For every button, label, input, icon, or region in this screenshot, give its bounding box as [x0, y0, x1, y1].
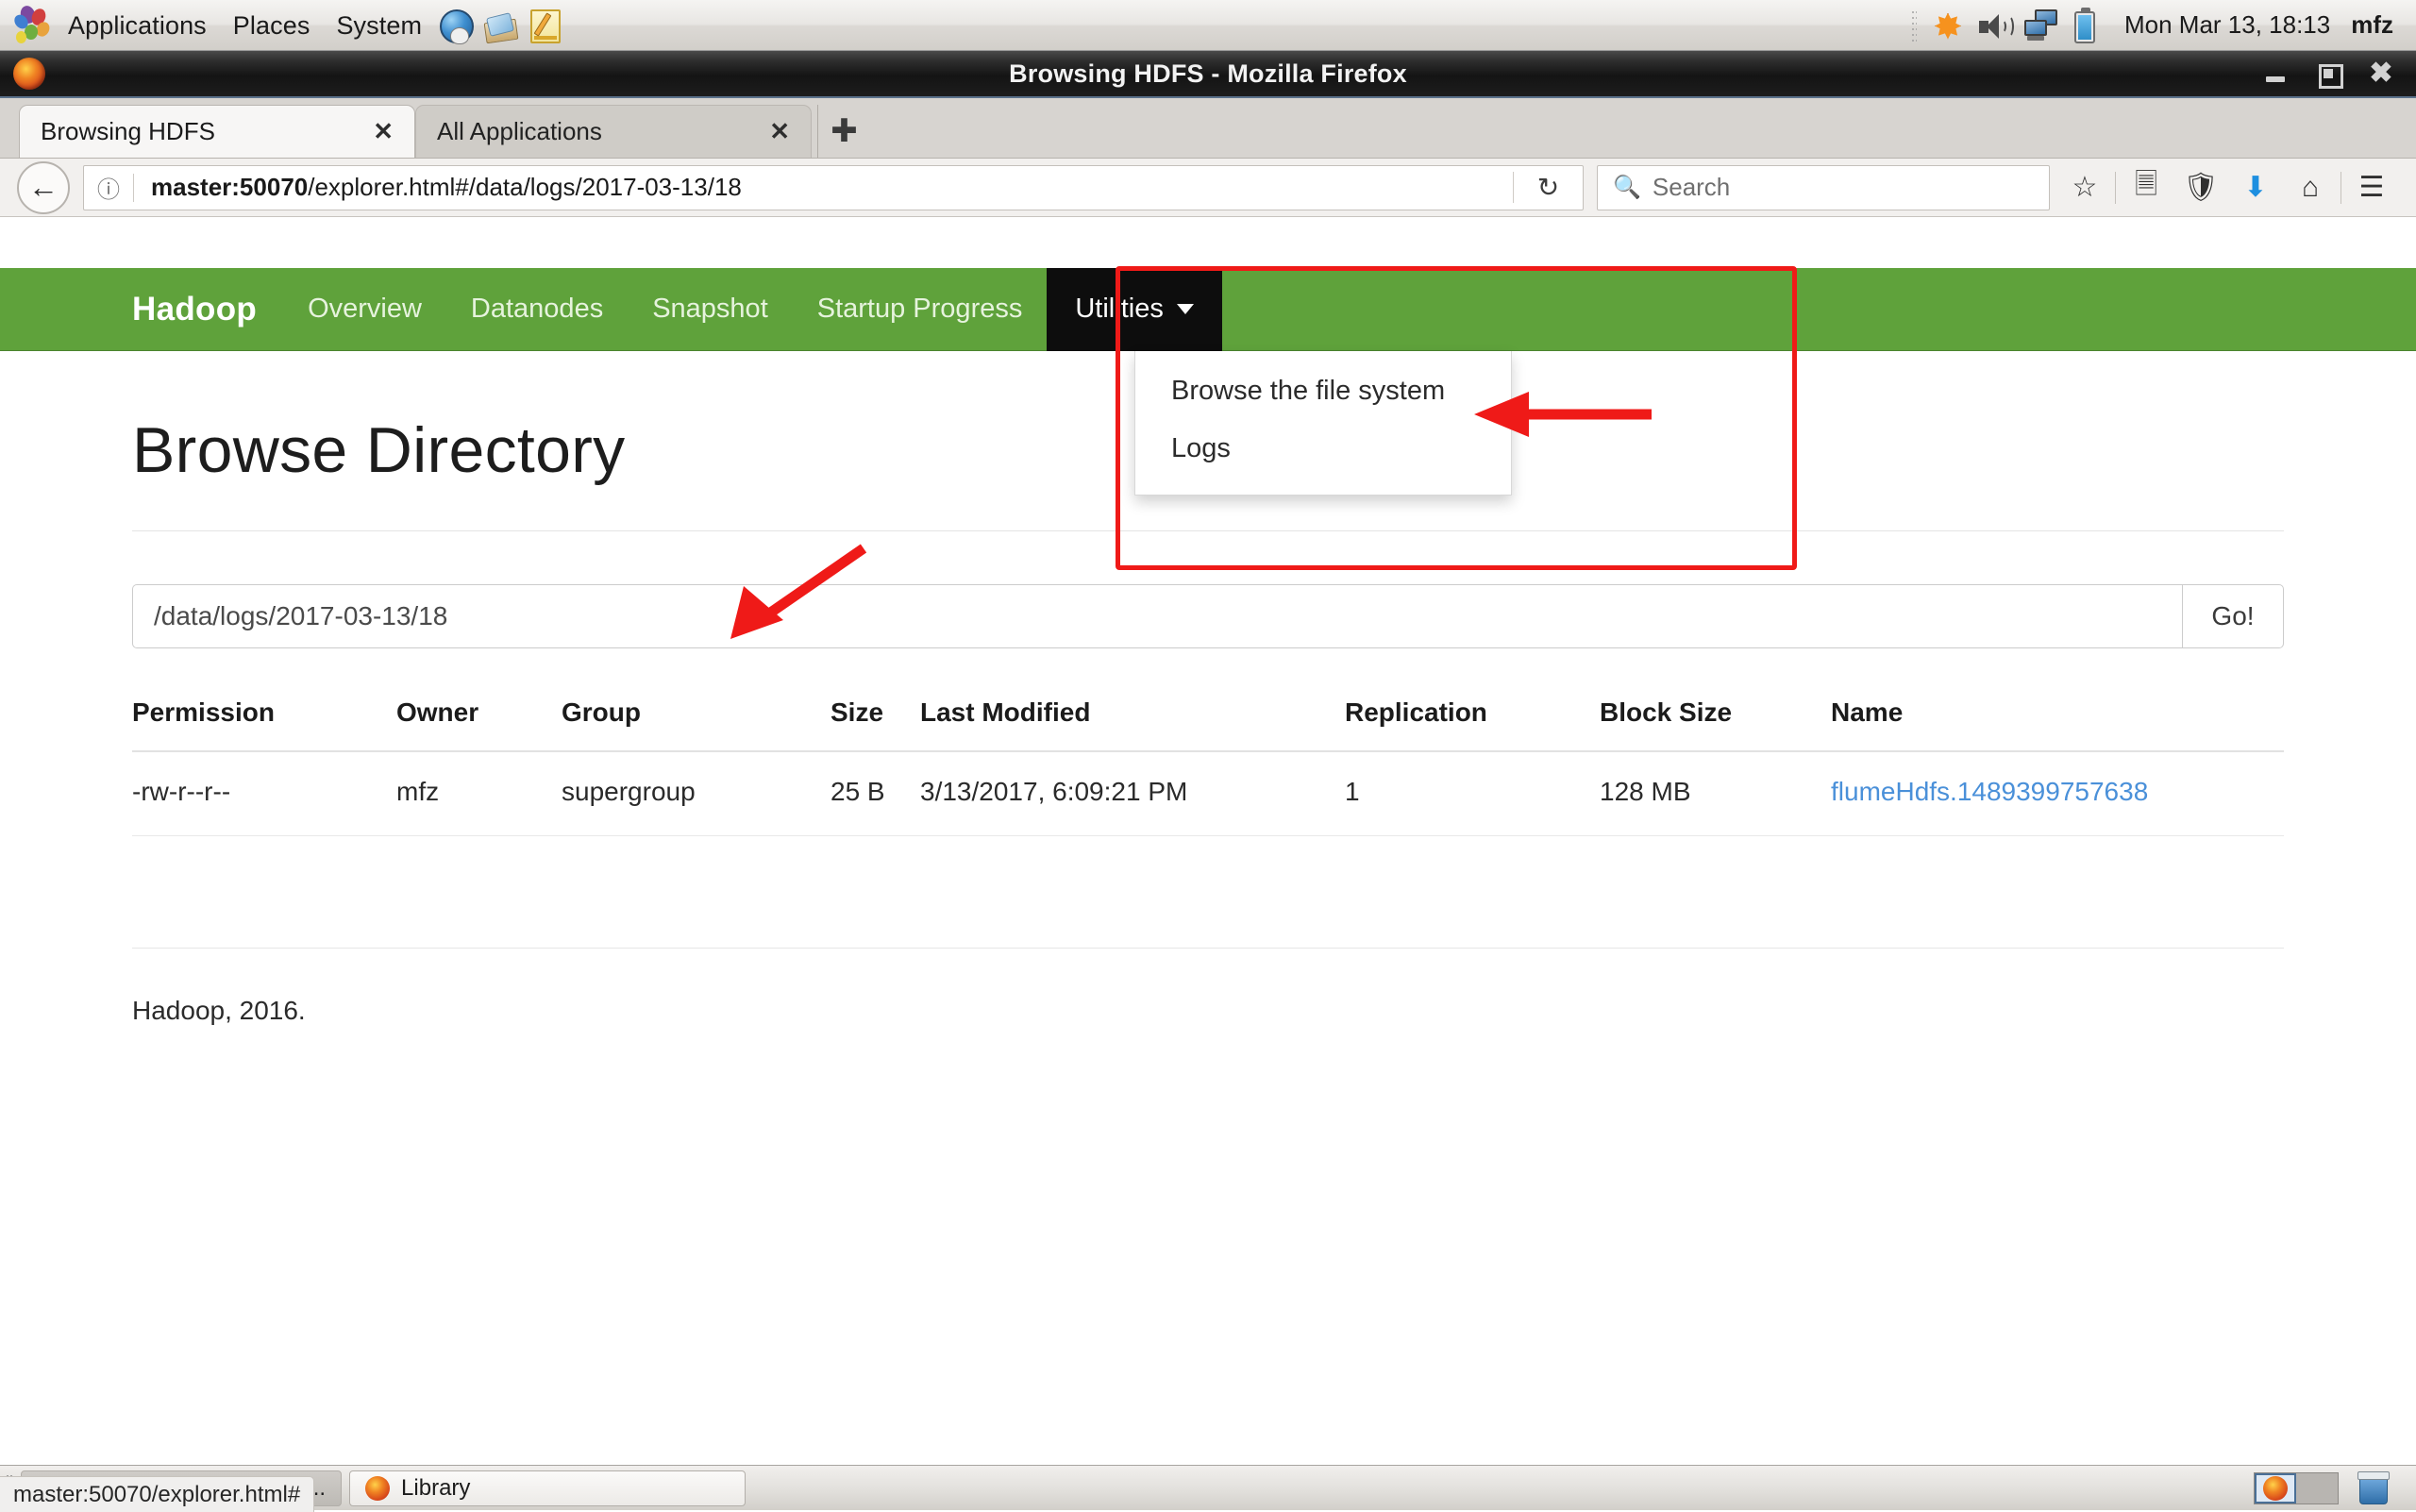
cell-size: 25 B [830, 751, 920, 836]
tab-strip: Browsing HDFS ✕ All Applications ✕ ✚ [0, 98, 2416, 159]
downloads-icon[interactable]: ⬇ [2228, 161, 2283, 214]
cell-permission: -rw-r--r-- [132, 751, 396, 836]
col-header-last-modified[interactable]: Last Modified [920, 697, 1345, 752]
cell-group: supergroup [562, 751, 830, 836]
menu-item-browse-file-system[interactable]: Browse the file system [1135, 362, 1511, 420]
path-form: Go! [132, 584, 2284, 648]
reload-button[interactable]: ↻ [1513, 172, 1583, 203]
bookmark-star-icon[interactable]: ☆ [2057, 161, 2112, 214]
nav-link-snapshot[interactable]: Snapshot [628, 268, 793, 351]
firefox-logo-icon [13, 58, 45, 90]
col-header-replication[interactable]: Replication [1345, 697, 1600, 752]
desktop-top-panel: Applications Places System Mon Mar 13, 1… [0, 0, 2416, 51]
url-host: master:50070 [151, 173, 309, 201]
speaker-icon[interactable] [1976, 10, 2014, 44]
tab-all-applications[interactable]: All Applications ✕ [415, 105, 812, 158]
cell-block-size: 128 MB [1600, 751, 1831, 836]
tab-label: Browsing HDFS [41, 117, 215, 145]
battery-icon[interactable] [2072, 7, 2099, 45]
taskbar-window-label: Library [401, 1474, 471, 1501]
file-link[interactable]: flumeHdfs.1489399757638 [1831, 777, 2148, 806]
tab-close-icon[interactable]: ✕ [373, 117, 394, 146]
go-button[interactable]: Go! [2182, 584, 2284, 648]
taskbar-window-library[interactable]: Library [349, 1470, 747, 1506]
trash-icon[interactable] [2356, 1470, 2393, 1506]
reader-list-icon[interactable]: 🗏 [2119, 161, 2173, 214]
window-titlebar: Browsing HDFS - Mozilla Firefox ✖ [0, 51, 2416, 98]
nav-link-startup-progress[interactable]: Startup Progress [793, 268, 1048, 351]
menu-applications[interactable]: Applications [55, 0, 220, 51]
page-content: Hadoop Overview Datanodes Snapshot Start… [0, 267, 2416, 1416]
cell-last-modified: 3/13/2017, 6:09:21 PM [920, 751, 1345, 836]
table-header-row: Permission Owner Group Size Last Modifie… [132, 697, 2284, 752]
hamburger-menu-icon[interactable]: ☰ [2344, 161, 2399, 214]
col-header-permission[interactable]: Permission [132, 697, 396, 752]
address-bar[interactable]: ⓘ master:50070/explorer.html#/data/logs/… [83, 164, 1584, 210]
search-placeholder: Search [1652, 173, 1731, 201]
notepad-icon[interactable] [530, 8, 562, 45]
window-minimize-button[interactable] [2263, 61, 2288, 86]
tab-browsing-hdfs[interactable]: Browsing HDFS ✕ [19, 105, 415, 158]
page-footer: Hadoop, 2016. [132, 996, 306, 1025]
window-close-button[interactable]: ✖ [2369, 59, 2393, 88]
hadoop-navbar: Hadoop Overview Datanodes Snapshot Start… [0, 267, 2416, 351]
clock[interactable]: Mon Mar 13, 18:13 [2104, 10, 2351, 40]
gnome-foot-logo [11, 3, 53, 45]
utilities-dropdown-menu: Browse the file system Logs [1134, 351, 1512, 496]
hadoop-brand[interactable]: Hadoop [0, 291, 283, 328]
shield-icon[interactable]: 🛡 [2173, 161, 2228, 214]
link-status-tooltip: master:50070/explorer.html# [0, 1476, 315, 1512]
chevron-down-icon [1176, 304, 1194, 314]
workspace-2[interactable] [2296, 1472, 2338, 1504]
firefox-logo-icon [365, 1475, 391, 1501]
workspace-switcher[interactable] [2254, 1471, 2339, 1504]
back-button[interactable]: ← [17, 160, 70, 214]
col-header-group[interactable]: Group [562, 697, 830, 752]
nav-link-overview[interactable]: Overview [283, 268, 446, 351]
browser-toolbar: ← ⓘ master:50070/explorer.html#/data/log… [0, 159, 2416, 217]
site-info-icon[interactable]: ⓘ [84, 171, 133, 204]
search-icon: 🔍 [1613, 175, 1641, 200]
utilities-label: Utilities [1075, 294, 1164, 324]
cell-replication: 1 [1345, 751, 1600, 836]
new-tab-button[interactable]: ✚ [817, 105, 870, 158]
menu-item-logs[interactable]: Logs [1135, 420, 1511, 478]
nav-link-datanodes[interactable]: Datanodes [446, 268, 628, 351]
directory-path-input[interactable] [132, 584, 2182, 648]
panel-separator [1910, 8, 1917, 42]
globe-icon[interactable] [440, 9, 475, 44]
workspace-1[interactable] [2255, 1472, 2296, 1504]
cell-owner: mfz [396, 751, 562, 836]
menu-system[interactable]: System [323, 0, 435, 51]
cell-name: flumeHdfs.1489399757638 [1831, 751, 2284, 836]
home-icon[interactable]: ⌂ [2283, 161, 2338, 214]
toolbar-divider [2115, 171, 2116, 204]
firefox-logo-icon [2263, 1475, 2288, 1501]
url-text: master:50070/explorer.html#/data/logs/20… [134, 173, 1513, 202]
tab-close-icon[interactable]: ✕ [769, 117, 790, 146]
col-header-name[interactable]: Name [1831, 697, 2284, 752]
toolbar-divider [2340, 171, 2341, 204]
user-menu[interactable]: mfz [2351, 10, 2399, 40]
file-listing-table: Permission Owner Group Size Last Modifie… [132, 697, 2284, 836]
window-maximize-button[interactable] [2316, 61, 2343, 89]
col-header-size[interactable]: Size [830, 697, 920, 752]
sun-icon[interactable] [1929, 8, 1967, 45]
desktop-taskbar: Browsing HDFS - Mozil... Library [0, 1465, 2416, 1510]
col-header-owner[interactable]: Owner [396, 697, 562, 752]
content-bottom-divider [132, 948, 2284, 949]
col-header-block-size[interactable]: Block Size [1600, 697, 1831, 752]
network-icon[interactable] [2023, 8, 2063, 44]
search-bar[interactable]: 🔍 Search [1597, 164, 2050, 210]
tab-label: All Applications [437, 117, 602, 145]
url-path: /explorer.html#/data/logs/2017-03-13/18 [308, 173, 742, 201]
table-row: -rw-r--r-- mfz supergroup 25 B 3/13/2017… [132, 751, 2284, 836]
mail-icon[interactable] [483, 11, 521, 43]
window-title: Browsing HDFS - Mozilla Firefox [1009, 59, 1407, 88]
menu-places[interactable]: Places [220, 0, 324, 51]
title-divider [132, 530, 2284, 531]
nav-dropdown-utilities[interactable]: Utilities [1047, 267, 1222, 351]
firefox-window: Browsing HDFS - Mozilla Firefox ✖ Browsi… [0, 51, 2416, 1512]
